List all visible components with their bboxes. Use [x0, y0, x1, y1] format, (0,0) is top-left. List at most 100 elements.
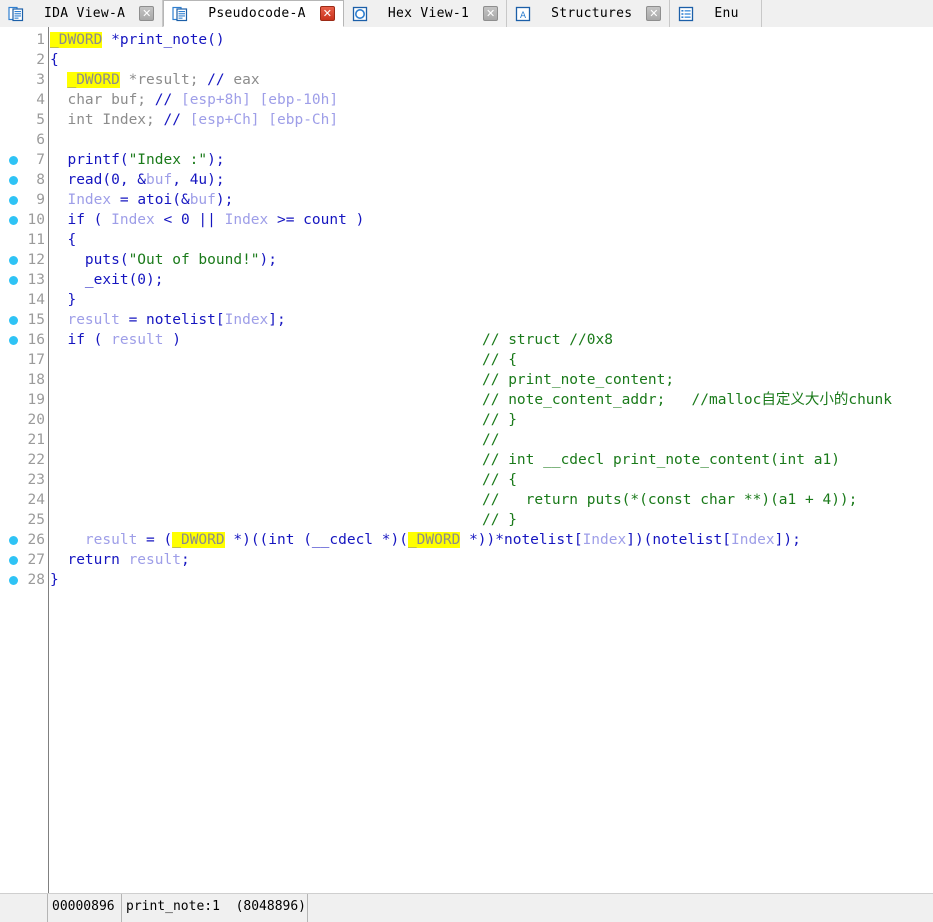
code-token: ;: [180, 552, 190, 568]
code-token: return: [50, 552, 129, 568]
pseudocode-icon: [172, 6, 188, 22]
line-number: 24: [27, 492, 45, 508]
code-line-list: 1 _DWORD *print_note() 2{3 _DWORD *result;…: [0, 30, 933, 590]
code-line[interactable]: 7 printf("Index :");: [0, 150, 933, 170]
code-line[interactable]: 13 _exit(0);: [0, 270, 933, 290]
code-line[interactable]: 28}: [0, 570, 933, 590]
code-token: //: [163, 112, 190, 128]
code-line[interactable]: 17 // {: [0, 350, 933, 370]
line-number: 15: [27, 312, 45, 328]
code-text: return result;: [50, 550, 190, 570]
code-line[interactable]: 1 _DWORD *print_note(): [0, 30, 933, 50]
code-token: if (: [50, 212, 112, 228]
code-line[interactable]: 10 if ( Index < 0 || Index >= count ): [0, 210, 933, 230]
svg-text:A: A: [520, 11, 526, 22]
tab-label: Enu: [714, 6, 739, 21]
code-token: = (: [137, 532, 173, 548]
code-text: puts("Out of bound!");: [50, 250, 277, 270]
highlighted-keyword: _DWORD: [407, 532, 461, 548]
code-line[interactable]: 27 return result;: [0, 550, 933, 570]
code-token: );: [215, 192, 234, 208]
line-number: 27: [27, 552, 45, 568]
line-number: 20: [27, 412, 45, 428]
code-line[interactable]: 19 // note_content_addr; //malloc自定义大小的ch…: [0, 390, 933, 410]
status-location: print_note:1 (8048896): [126, 899, 307, 914]
code-line[interactable]: 6: [0, 130, 933, 150]
code-line[interactable]: 3 _DWORD *result; // eax: [0, 70, 933, 90]
code-comment: // }: [482, 512, 517, 528]
code-text: _exit(0);: [50, 270, 164, 290]
line-number: 2: [36, 52, 45, 68]
code-token: Index: [111, 212, 155, 228]
tab-enu[interactable]: Enu: [670, 0, 762, 27]
close-icon[interactable]: ✕: [319, 6, 335, 21]
code-token: if (: [50, 332, 112, 348]
line-number: 10: [27, 212, 45, 228]
code-token: ];: [268, 312, 286, 328]
line-number: 23: [27, 472, 45, 488]
code-token: Index: [730, 532, 775, 548]
code-token: _exit(0);: [50, 272, 164, 288]
code-text: read(0, &buf, 4u);: [50, 170, 224, 190]
close-icon[interactable]: ✕: [483, 6, 499, 21]
code-line[interactable]: 11 {: [0, 230, 933, 250]
code-line[interactable]: 14 }: [0, 290, 933, 310]
code-line[interactable]: 20 // }: [0, 410, 933, 430]
line-number: 5: [36, 112, 45, 128]
code-token: *print_note(): [102, 32, 225, 48]
code-comment: // int __cdecl print_note_content(int a1…: [482, 452, 840, 468]
tab-structures[interactable]: A Structures ✕: [507, 0, 671, 27]
tab-label: Hex View-1: [387, 6, 470, 21]
code-line[interactable]: 24 // return puts(*(const char **)(a1 + 4…: [0, 490, 933, 510]
code-line[interactable]: 21 //: [0, 430, 933, 450]
close-icon[interactable]: ✕: [646, 6, 662, 21]
status-sep-left: [47, 894, 48, 922]
code-line[interactable]: 8 read(0, &buf, 4u);: [0, 170, 933, 190]
code-token: *result;: [119, 72, 208, 88]
code-line[interactable]: 12 puts("Out of bound!");: [0, 250, 933, 270]
code-text: }: [50, 570, 59, 590]
code-token: result: [67, 312, 120, 328]
code-text: result = notelist[Index];: [50, 310, 286, 330]
code-line[interactable]: 2{: [0, 50, 933, 70]
code-comment: //: [482, 432, 500, 448]
tab-hex-view-1[interactable]: Hex View-1 ✕: [343, 0, 508, 27]
highlighted-keyword: _DWORD: [172, 532, 225, 548]
line-number: 19: [27, 392, 45, 408]
code-line[interactable]: 4 char buf; // [esp+8h] [ebp-10h]: [0, 90, 933, 110]
line-number: 9: [36, 192, 45, 208]
tab-pseudocode-a[interactable]: Pseudocode-A ✕: [163, 0, 344, 27]
code-token: "Index :": [128, 152, 208, 168]
code-line[interactable]: 18 // print_note_content;: [0, 370, 933, 390]
code-line[interactable]: 15 result = notelist[Index];: [0, 310, 933, 330]
code-token: result: [84, 532, 138, 548]
code-line[interactable]: 5 int Index; // [esp+Ch] [ebp-Ch]: [0, 110, 933, 130]
code-line[interactable]: 9 Index = atoi(&buf);: [0, 190, 933, 210]
code-line[interactable]: 16 if ( result ) // struct //0x8: [0, 330, 933, 350]
close-icon[interactable]: ✕: [139, 6, 155, 21]
code-token: Index: [67, 192, 112, 208]
code-line[interactable]: 22 // int __cdecl print_note_content(int …: [0, 450, 933, 470]
code-text: if ( result ): [50, 330, 181, 350]
code-token: printf(: [50, 152, 129, 168]
code-token: int Index;: [50, 112, 164, 128]
code-token: ])(notelist[: [626, 532, 731, 548]
enums-icon: [678, 6, 694, 22]
code-text: int Index; // [esp+Ch] [ebp-Ch]: [50, 110, 338, 130]
tab-ida-view-a[interactable]: IDA View-A ✕: [0, 0, 164, 27]
code-token: {: [50, 52, 59, 68]
code-token: < 0 ||: [154, 212, 225, 228]
status-bar: 00000896 print_note:1 (8048896): [0, 893, 933, 922]
code-line[interactable]: 25 // }: [0, 510, 933, 530]
code-token: eax: [233, 72, 260, 88]
tab-label: Structures: [551, 6, 633, 21]
code-token: *)((int (__cdecl *)(: [224, 532, 408, 548]
code-line[interactable]: 26 result = (_DWORD *)((int (__cdecl *)(…: [0, 530, 933, 550]
highlighted-keyword: _DWORD: [67, 72, 120, 88]
pseudocode-editor[interactable]: 1 _DWORD *print_note() 2{3 _DWORD *result;…: [0, 27, 933, 893]
code-line[interactable]: 23 // {: [0, 470, 933, 490]
code-token: result: [128, 552, 181, 568]
code-comment: // return puts(*(const char **)(a1 + 4))…: [482, 492, 858, 508]
